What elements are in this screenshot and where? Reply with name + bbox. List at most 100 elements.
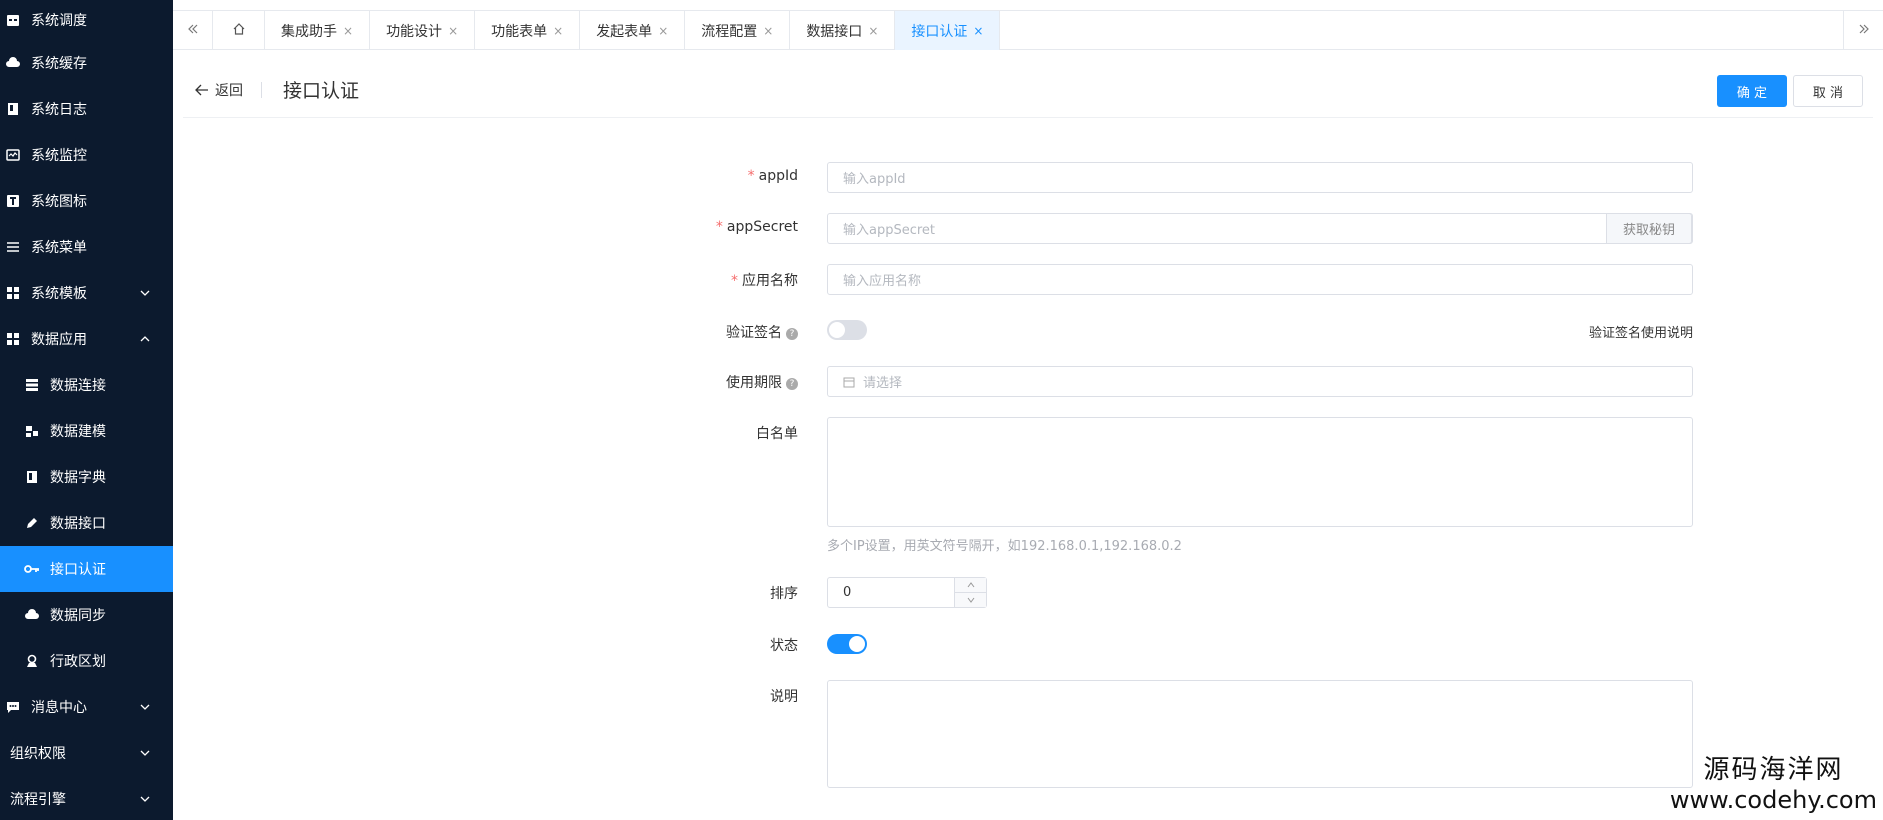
- chevron-down-icon[interactable]: [137, 699, 153, 715]
- double-chevron-right-icon: [1857, 22, 1871, 40]
- tab-function-design[interactable]: 功能设计 ×: [370, 11, 476, 50]
- whitelist-hint: 多个IP设置，用英文符号隔开，如192.168.0.1,192.168.0.2: [827, 539, 1182, 554]
- page-header: 返回 接口认证 确 定 取 消: [183, 62, 1873, 118]
- app-name-input[interactable]: 输入应用名称: [827, 264, 1693, 295]
- tab-workflow-config[interactable]: 流程配置 ×: [685, 11, 791, 50]
- sidebar-item-data-modeling[interactable]: 数据建模: [0, 408, 173, 454]
- status-label: 状态: [770, 638, 798, 654]
- sidebar-item-system-schedule[interactable]: 系统调度: [0, 0, 173, 40]
- verify-sign-switch[interactable]: [827, 320, 867, 340]
- sidebar-item-label: 系统调度: [31, 13, 87, 29]
- tab-home[interactable]: [213, 11, 265, 50]
- sidebar-item-data-sync[interactable]: 数据同步: [0, 592, 173, 638]
- home-icon: [232, 22, 246, 40]
- text-icon: [5, 193, 21, 209]
- sidebar-item-system-cache[interactable]: 系统缓存: [0, 40, 173, 86]
- whitelist-textarea[interactable]: [827, 417, 1693, 527]
- message-icon: [5, 699, 21, 715]
- tabs-bar: 集成助手 × 功能设计 × 功能表单 × 发起表单 × 流程配置 × 数据接口 …: [173, 10, 1883, 50]
- tab-function-form[interactable]: 功能表单 ×: [475, 11, 581, 50]
- sidebar-item-org-permissions[interactable]: 组织权限: [0, 730, 173, 776]
- close-icon[interactable]: ×: [448, 24, 458, 38]
- sidebar-item-label: 系统菜单: [31, 240, 87, 256]
- get-secret-button[interactable]: 获取秘钥: [1606, 213, 1692, 244]
- app-name-label: * 应用名称: [731, 273, 798, 289]
- cloud-sync-icon: [24, 607, 40, 623]
- decrement-button[interactable]: [955, 593, 986, 608]
- arrow-left-icon: [195, 84, 209, 96]
- double-chevron-left-icon: [186, 22, 200, 40]
- tab-data-interface[interactable]: 数据接口 ×: [790, 11, 896, 50]
- menu-icon: [5, 239, 21, 255]
- confirm-button[interactable]: 确 定: [1717, 75, 1787, 107]
- model-icon: [24, 423, 40, 439]
- sidebar-item-label: 数据接口: [50, 516, 106, 532]
- close-icon[interactable]: ×: [763, 24, 773, 38]
- close-icon[interactable]: ×: [868, 24, 878, 38]
- sidebar-item-system-icons[interactable]: 系统图标: [0, 178, 173, 224]
- watermark-url: www.codehy.com: [1669, 786, 1877, 814]
- sort-number-input[interactable]: 0: [827, 577, 987, 608]
- sidebar-item-interface-auth[interactable]: 接口认证: [0, 546, 173, 592]
- tab-interface-auth[interactable]: 接口认证 ×: [895, 11, 1001, 50]
- tab-label: 发起表单: [596, 23, 653, 40]
- sidebar-item-label: 数据同步: [50, 608, 106, 624]
- sidebar-item-message-center[interactable]: 消息中心: [0, 684, 173, 730]
- sidebar-item-data-dictionary[interactable]: 数据字典: [0, 454, 173, 500]
- sidebar-item-data-apps[interactable]: 数据应用: [0, 316, 173, 362]
- cancel-button[interactable]: 取 消: [1793, 75, 1863, 107]
- scroll-right-button[interactable]: [1843, 11, 1883, 50]
- scroll-left-button[interactable]: [173, 11, 213, 50]
- header-divider: [261, 82, 262, 98]
- sidebar-item-system-monitor[interactable]: 系统监控: [0, 132, 173, 178]
- close-icon[interactable]: ×: [973, 24, 983, 38]
- sidebar-item-workflow-engine[interactable]: 流程引擎: [0, 776, 173, 820]
- appsecret-input[interactable]: 输入appSecret 获取秘钥: [827, 213, 1693, 244]
- watermark-cn: 源码海洋网: [1703, 755, 1844, 785]
- verify-sign-label: 验证签名?: [653, 322, 798, 342]
- calendar-icon: [843, 376, 855, 388]
- sidebar-item-label: 接口认证: [50, 562, 106, 578]
- tab-label: 功能表单: [491, 23, 548, 40]
- status-switch[interactable]: [827, 634, 867, 654]
- sidebar-item-label: 组织权限: [10, 746, 66, 762]
- sidebar-item-system-menu[interactable]: 系统菜单: [0, 224, 173, 270]
- chevron-down-icon[interactable]: [137, 791, 153, 807]
- close-icon[interactable]: ×: [553, 24, 563, 38]
- database-icon: [24, 377, 40, 393]
- sidebar-item-label: 数据字典: [50, 470, 106, 486]
- main-content: 集成助手 × 功能设计 × 功能表单 × 发起表单 × 流程配置 × 数据接口 …: [173, 0, 1883, 820]
- sidebar-item-data-connection[interactable]: 数据连接: [0, 362, 173, 408]
- sidebar-item-label: 流程引擎: [10, 792, 66, 808]
- sidebar: 系统调度 系统缓存 系统日志 系统监控 系统图标 系统菜单 系统模板 数据应用 …: [0, 0, 173, 820]
- validity-date-picker[interactable]: 请选择: [827, 366, 1693, 397]
- calendar-icon: [5, 12, 21, 28]
- template-icon: [5, 285, 21, 301]
- close-icon[interactable]: ×: [658, 24, 668, 38]
- tab-label: 接口认证: [911, 23, 968, 40]
- tab-label: 集成助手: [281, 23, 337, 40]
- chevron-down-icon[interactable]: [137, 285, 153, 301]
- tab-integration-assistant[interactable]: 集成助手 ×: [265, 11, 371, 50]
- monitor-icon: [5, 147, 21, 163]
- help-icon: ?: [786, 378, 798, 390]
- description-textarea[interactable]: [827, 680, 1693, 788]
- description-label: 说明: [770, 689, 798, 705]
- chevron-down-icon[interactable]: [137, 745, 153, 761]
- increment-button[interactable]: [955, 578, 986, 593]
- verify-sign-help-link[interactable]: 验证签名使用说明: [1533, 322, 1693, 341]
- close-icon[interactable]: ×: [343, 24, 353, 38]
- sidebar-item-admin-division[interactable]: 行政区划: [0, 638, 173, 684]
- sidebar-item-label: 系统模板: [31, 286, 87, 302]
- tab-launch-form[interactable]: 发起表单 ×: [580, 11, 686, 50]
- appid-input[interactable]: 输入appId: [827, 162, 1693, 193]
- back-label: 返回: [215, 83, 243, 99]
- location-icon: [24, 653, 40, 669]
- sidebar-item-data-interface[interactable]: 数据接口: [0, 500, 173, 546]
- chevron-up-icon[interactable]: [137, 331, 153, 347]
- key-icon: [24, 561, 40, 577]
- sidebar-item-system-log[interactable]: 系统日志: [0, 86, 173, 132]
- appid-label: * appId: [747, 168, 798, 184]
- sidebar-item-system-template[interactable]: 系统模板: [0, 270, 173, 316]
- back-button[interactable]: 返回: [195, 80, 243, 100]
